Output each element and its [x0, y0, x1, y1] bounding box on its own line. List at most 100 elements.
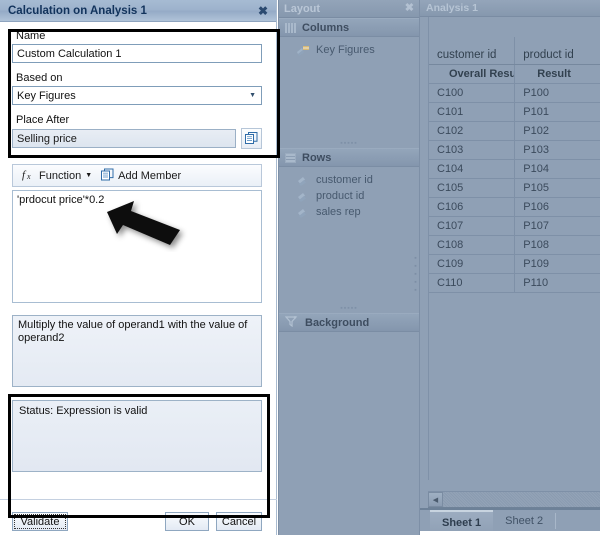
- cell-customer-id: C109: [429, 254, 516, 274]
- function-menu-button[interactable]: f x Function ▼: [22, 168, 92, 184]
- layout-item-key-figures[interactable]: Key Figures: [279, 42, 419, 58]
- columns-icon: [285, 22, 296, 33]
- layout-item-label: customer id: [316, 174, 373, 186]
- name-field-group: Name Custom Calculation 1: [12, 30, 262, 63]
- sheet-tab-label: Sheet 2: [505, 515, 544, 527]
- layout-section-rows-body: customer id product id sales rep: [279, 167, 419, 304]
- cell-product-id: P100: [514, 83, 600, 103]
- table-row: C108 P108: [429, 235, 600, 255]
- formula-toolbar: f x Function ▼ Add Member: [12, 164, 262, 187]
- grid-header-row: customer id product id: [429, 37, 600, 65]
- cell-product-id: P103: [514, 140, 600, 160]
- layout-item-label: Key Figures: [316, 44, 375, 56]
- ok-button[interactable]: OK: [165, 512, 209, 531]
- cell-customer-id: C107: [429, 216, 516, 236]
- layout-panel-resize-grip[interactable]: ▪▪▪▪▪: [412, 255, 419, 295]
- dialog-body: Name Custom Calculation 1 Based on Key F…: [0, 22, 277, 535]
- dimension-icon: [297, 191, 310, 202]
- layout-section-background-label: Background: [305, 316, 370, 329]
- place-after-input: Selling price: [12, 129, 236, 148]
- cell-product-id: P106: [514, 197, 600, 217]
- based-on-field-group: Based on Key Figures ▼: [12, 72, 262, 105]
- rows-resize-grip[interactable]: ▪▪▪▪▪: [279, 304, 419, 313]
- dialog-footer: Validate OK Cancel: [12, 512, 262, 531]
- close-icon[interactable]: ✖: [256, 5, 270, 17]
- sheet-tab-sheet-2[interactable]: Sheet 2: [493, 510, 555, 532]
- place-after-label: Place After: [16, 114, 70, 126]
- key-figures-icon: [297, 45, 310, 56]
- close-icon[interactable]: ✖: [405, 3, 414, 14]
- table-row: C107 P107: [429, 216, 600, 236]
- sheet-tab-separator: [555, 513, 557, 529]
- validate-button[interactable]: Validate: [12, 512, 68, 531]
- cell-customer-id: C103: [429, 140, 516, 160]
- chevron-down-icon: ▼: [249, 92, 256, 99]
- columns-resize-grip[interactable]: ▪▪▪▪▪: [279, 139, 419, 148]
- cell-product-id: P101: [514, 102, 600, 122]
- cell-customer-id: C110: [429, 273, 516, 293]
- formula-editor[interactable]: 'prdocut price'*0.2: [12, 190, 262, 303]
- rows-icon: [285, 152, 296, 163]
- function-description: Multiply the value of operand1 with the …: [12, 315, 262, 387]
- layout-section-rows-header[interactable]: Rows: [279, 148, 419, 167]
- cell-customer-id: C106: [429, 197, 516, 217]
- dimension-icon: [297, 207, 310, 218]
- place-after-value: Selling price: [17, 132, 77, 145]
- ok-button-label: OK: [179, 515, 195, 528]
- analysis-grid: customer id product id Overall Result Re…: [428, 17, 600, 480]
- cell-product-id: P107: [514, 216, 600, 236]
- dialog-titlebar[interactable]: Calculation on Analysis 1 ✖: [0, 0, 276, 22]
- analysis-panel-title: Analysis 1: [420, 0, 600, 17]
- table-row: C103 P103: [429, 140, 600, 160]
- layout-section-columns-body: Key Figures: [279, 37, 419, 139]
- layout-section-columns-header[interactable]: Columns: [279, 18, 419, 37]
- cell-product-id: P109: [514, 254, 600, 274]
- cell-customer-id: C108: [429, 235, 516, 255]
- add-member-label: Add Member: [118, 169, 182, 182]
- dialog-title: Calculation on Analysis 1: [8, 4, 147, 17]
- status-message: Status: Expression is valid: [19, 405, 148, 417]
- name-input[interactable]: Custom Calculation 1: [12, 44, 262, 63]
- based-on-dropdown[interactable]: Key Figures ▼: [12, 86, 262, 105]
- column-header-product-id[interactable]: product id: [514, 37, 600, 65]
- cell-customer-id: C101: [429, 102, 516, 122]
- place-after-field-group: Place After Selling price: [12, 114, 262, 149]
- calculation-dialog: Calculation on Analysis 1 ✖ Name Custom …: [0, 0, 277, 535]
- sheet-tab-label: Sheet 1: [442, 517, 482, 529]
- grid-horizontal-scrollbar[interactable]: ◀: [428, 491, 600, 508]
- overall-result-cell: Overall Result: [429, 64, 516, 84]
- layout-item-label: product id: [316, 190, 365, 202]
- add-member-button[interactable]: Add Member: [101, 168, 181, 184]
- cell-product-id: P108: [514, 235, 600, 255]
- cell-customer-id: C104: [429, 159, 516, 179]
- analysis-panel: Analysis 1 customer id product id Overal…: [419, 0, 600, 535]
- member-picker-icon[interactable]: [241, 128, 262, 149]
- cell-product-id: P105: [514, 178, 600, 198]
- layout-item-label: sales rep: [316, 206, 361, 218]
- table-row: C109 P109: [429, 254, 600, 274]
- scroll-left-arrow-icon[interactable]: ◀: [428, 492, 443, 507]
- window-bottom-edge: [420, 531, 600, 535]
- cell-product-id: P102: [514, 121, 600, 141]
- table-row: C106 P106: [429, 197, 600, 217]
- layout-panel-titlebar: Layout ✖: [279, 0, 419, 18]
- filter-icon: [284, 315, 299, 330]
- fx-icon: f x: [22, 168, 35, 184]
- layout-item-customer-id[interactable]: customer id: [279, 172, 419, 188]
- table-row: C101 P101: [429, 102, 600, 122]
- layout-section-background-header[interactable]: Background: [279, 313, 419, 332]
- layout-section-rows-label: Rows: [302, 151, 332, 164]
- layout-item-product-id[interactable]: product id: [279, 188, 419, 204]
- add-member-icon: [101, 168, 114, 184]
- name-label: Name: [16, 30, 46, 42]
- validate-button-label: Validate: [20, 515, 60, 528]
- column-header-customer-id[interactable]: customer id: [429, 37, 516, 65]
- footer-divider: [0, 499, 277, 500]
- layout-item-sales-rep[interactable]: sales rep: [279, 204, 419, 220]
- table-row: C110 P110: [429, 273, 600, 293]
- table-row: C105 P105: [429, 178, 600, 198]
- cancel-button[interactable]: Cancel: [216, 512, 262, 531]
- table-row: C100 P100: [429, 83, 600, 103]
- result-cell: Result: [514, 64, 600, 84]
- layout-panel: Layout ✖ Columns Key Figures ▪▪▪▪▪ Rows …: [278, 0, 419, 535]
